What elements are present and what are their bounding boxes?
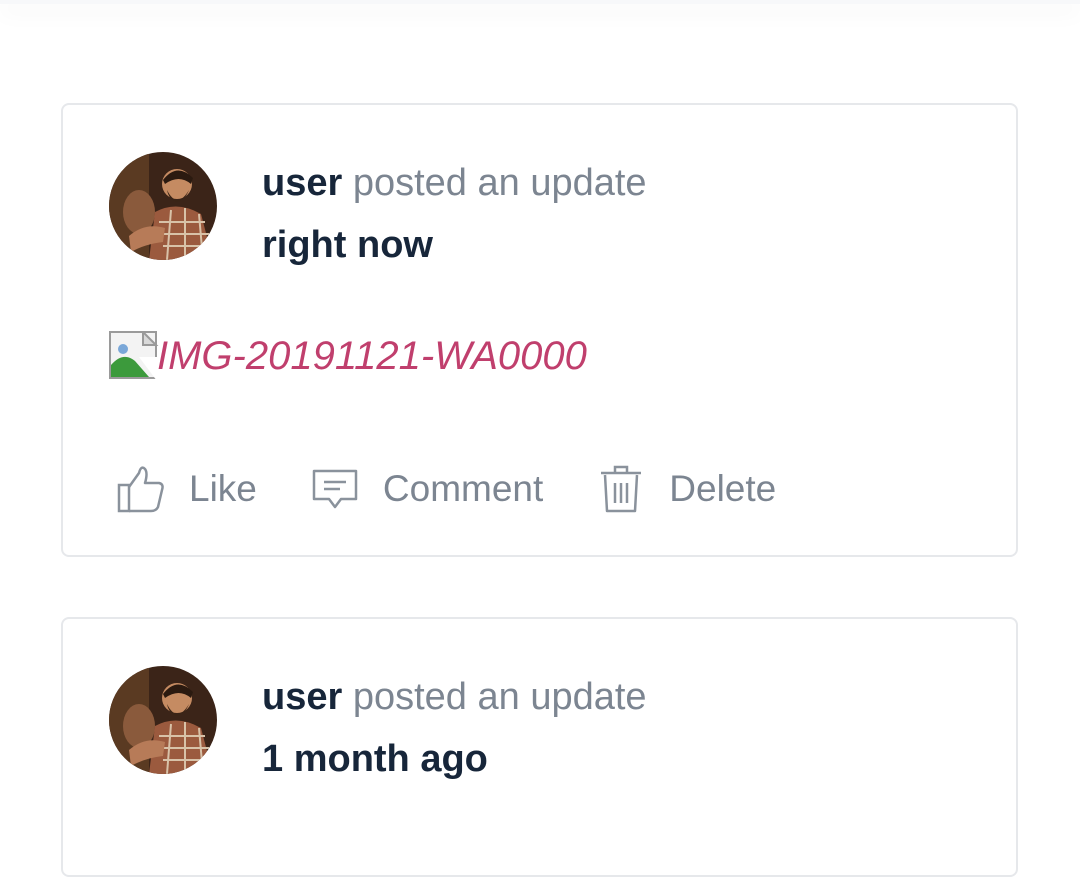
delete-button[interactable]: Delete xyxy=(597,463,776,515)
broken-image-icon xyxy=(109,331,159,381)
comment-button[interactable]: Comment xyxy=(311,463,543,515)
delete-label: Delete xyxy=(669,468,777,509)
post-timestamp[interactable]: right now xyxy=(262,223,647,267)
avatar-photo xyxy=(109,152,217,260)
action-text: posted an update xyxy=(342,676,647,718)
avatar-photo xyxy=(109,666,217,774)
activity-card: user posted an update 1 month ago xyxy=(61,617,1018,877)
activity-card: user posted an update right now IMG-2019… xyxy=(61,103,1018,557)
post-meta: user posted an update right now xyxy=(262,161,647,267)
avatar[interactable] xyxy=(109,666,217,774)
like-label: Like xyxy=(189,468,257,509)
post-meta: user posted an update 1 month ago xyxy=(262,675,647,781)
like-button[interactable]: Like xyxy=(117,463,257,515)
comment-icon xyxy=(312,469,358,509)
post-timestamp[interactable]: 1 month ago xyxy=(262,737,647,781)
post-headline: user posted an update xyxy=(262,675,647,719)
attachment-link[interactable]: IMG-20191121-WA0000 xyxy=(157,334,587,379)
post-actions: Like Comment Delete xyxy=(117,463,830,515)
avatar[interactable] xyxy=(109,152,217,260)
image-attachment[interactable]: IMG-20191121-WA0000 xyxy=(109,331,587,381)
thumbs-up-icon xyxy=(117,466,164,513)
action-text: posted an update xyxy=(342,162,647,204)
author-link[interactable]: user xyxy=(262,676,342,718)
author-link[interactable]: user xyxy=(262,162,342,204)
trash-icon xyxy=(601,465,642,513)
activity-feed: user posted an update right now IMG-2019… xyxy=(0,0,1080,877)
comment-label: Comment xyxy=(382,468,544,509)
post-headline: user posted an update xyxy=(262,161,647,205)
